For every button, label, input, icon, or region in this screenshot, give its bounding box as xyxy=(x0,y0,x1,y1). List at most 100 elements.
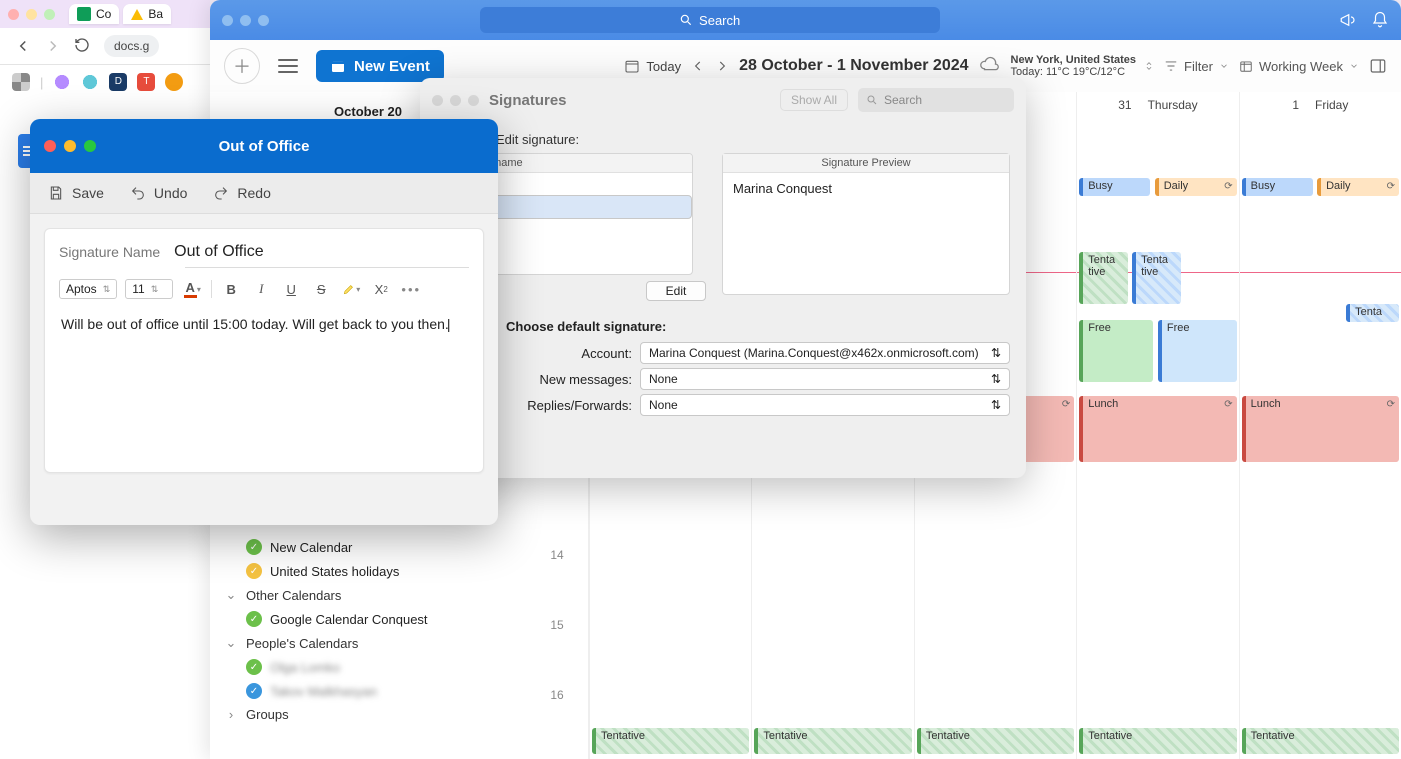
today-button[interactable]: Today xyxy=(624,58,681,74)
edit-signature-button[interactable]: Edit xyxy=(646,281,706,301)
add-tab-button[interactable]: ＋ xyxy=(224,48,260,84)
search-icon xyxy=(679,13,693,27)
signature-body-text: Will be out of office until 15:00 today.… xyxy=(61,316,449,332)
signature-body-editor[interactable]: Will be out of office until 15:00 today.… xyxy=(59,310,469,462)
today-label: Today xyxy=(646,59,681,74)
event-tentative[interactable]: Tentative xyxy=(1242,728,1399,754)
newmsg-select[interactable]: None⇅ xyxy=(640,368,1010,390)
new-event-label: New Event xyxy=(354,58,430,75)
event-tentative[interactable]: Tentative xyxy=(1132,252,1180,304)
redo-icon xyxy=(213,185,229,201)
filter-label: Filter xyxy=(1184,59,1213,74)
replies-select[interactable]: None⇅ xyxy=(640,394,1010,416)
panel-toggle-icon[interactable] xyxy=(1369,57,1387,75)
ooo-toolbar: Save Undo Redo xyxy=(30,173,498,214)
calendar-view-icon xyxy=(1239,59,1253,73)
font-family-select[interactable]: Aptos ⇅ xyxy=(59,279,117,299)
sheets-icon xyxy=(77,7,91,21)
weather-stepper-icon[interactable] xyxy=(1144,58,1154,74)
account-select[interactable]: Marina Conquest (Marina.Conquest@x462x.o… xyxy=(640,342,1010,364)
signature-name-input[interactable]: Out of Office xyxy=(174,243,264,261)
account-row: Account: Marina Conquest (Marina.Conques… xyxy=(436,342,1010,364)
calendar-item-us-holidays[interactable]: ✓United States holidays xyxy=(210,559,526,583)
browser-tab-drive[interactable]: Ba xyxy=(123,4,171,24)
ooo-traffic-lights[interactable] xyxy=(44,140,96,152)
superscript-button[interactable]: X2 xyxy=(370,278,392,300)
event-tentative[interactable]: Tentative xyxy=(917,728,1074,754)
event-tentative[interactable]: Tenta xyxy=(1346,304,1399,322)
browser-tab-sheets[interactable]: Co xyxy=(69,4,119,24)
reload-icon[interactable] xyxy=(74,37,92,55)
highlight-button[interactable]: ▾ xyxy=(340,278,362,300)
bookmark-icon[interactable]: T xyxy=(137,73,155,91)
calendar-icon xyxy=(330,58,346,74)
event-free[interactable]: Free xyxy=(1079,320,1153,382)
back-icon[interactable] xyxy=(14,37,32,55)
italic-button[interactable]: I xyxy=(250,278,272,300)
app-traffic-lights[interactable] xyxy=(222,15,269,26)
calendar-item-google[interactable]: ✓Google Calendar Conquest xyxy=(210,607,526,631)
weather-icon[interactable] xyxy=(979,55,1001,77)
close-icon[interactable] xyxy=(44,140,56,152)
event-tentative[interactable]: Tentative xyxy=(592,728,749,754)
save-icon xyxy=(48,185,64,201)
signature-editor-card: Signature Name Out of Office Aptos ⇅ 11 … xyxy=(44,228,484,473)
view-dropdown[interactable]: Working Week xyxy=(1239,59,1359,74)
minimize-icon[interactable] xyxy=(64,140,76,152)
event-tentative[interactable]: Tentative xyxy=(1079,252,1127,304)
day-column[interactable]: Busy Daily⟳ Tentative Tentative Free Fre… xyxy=(1076,118,1238,759)
bookmark-icon[interactable] xyxy=(53,73,71,91)
url-display[interactable]: docs.g xyxy=(104,35,159,57)
calendar-item-person[interactable]: ✓Takov Malkhasyan xyxy=(210,679,526,703)
event-tentative[interactable]: Tentative xyxy=(754,728,911,754)
event-tentative[interactable]: Tentative xyxy=(1079,728,1236,754)
forward-icon[interactable] xyxy=(44,37,62,55)
bold-button[interactable]: B xyxy=(220,278,242,300)
next-week-icon[interactable] xyxy=(715,59,729,73)
bookmark-icon[interactable] xyxy=(165,73,183,91)
calendar-group-people[interactable]: ⌄People's Calendars xyxy=(210,631,526,655)
sidebar-toggle[interactable] xyxy=(278,59,298,73)
signatures-search[interactable]: Search xyxy=(858,88,1014,112)
prev-week-icon[interactable] xyxy=(691,59,705,73)
recurring-icon: ⟳ xyxy=(1387,181,1395,192)
calendar-item-person[interactable]: ✓Olga Lomko xyxy=(210,655,526,679)
check-icon: ✓ xyxy=(246,683,262,699)
event-lunch[interactable]: Lunch⟳ xyxy=(1242,396,1399,462)
bell-icon[interactable] xyxy=(1371,11,1389,29)
event-free[interactable]: Free xyxy=(1158,320,1237,382)
strikethrough-button[interactable]: S xyxy=(310,278,332,300)
underline-button[interactable]: U xyxy=(280,278,302,300)
weather-block[interactable]: New York, United States Today: 11°C 19°C… xyxy=(1011,54,1155,78)
event-busy[interactable]: Busy xyxy=(1079,178,1150,196)
show-all-button[interactable]: Show All xyxy=(780,89,848,111)
zoom-icon[interactable] xyxy=(84,140,96,152)
signatures-window: Signatures Show All Search Edit signatur… xyxy=(420,78,1026,478)
font-color-button[interactable]: A▾ xyxy=(181,278,203,300)
redo-button[interactable]: Redo xyxy=(213,185,270,201)
preview-body: Marina Conquest xyxy=(723,173,1009,204)
filter-dropdown[interactable]: Filter xyxy=(1164,59,1229,74)
calendar-group-other[interactable]: ⌄Other Calendars xyxy=(210,583,526,607)
font-size-select[interactable]: 11 ⇅ xyxy=(125,279,173,299)
signature-name-label: Signature Name xyxy=(59,244,160,260)
calendar-item-new[interactable]: ✓New Calendar xyxy=(210,535,526,559)
megaphone-icon[interactable] xyxy=(1339,11,1357,29)
event-daily[interactable]: Daily⟳ xyxy=(1317,178,1399,196)
day-column[interactable]: Busy Daily⟳ Tenta Lunch⟳ Tentative xyxy=(1239,118,1401,759)
redo-label: Redo xyxy=(237,185,270,201)
more-formatting-button[interactable]: ••• xyxy=(400,278,422,300)
date-range-label[interactable]: 28 October - 1 November 2024 xyxy=(739,57,968,75)
calendar-group-groups[interactable]: ›Groups xyxy=(210,703,526,726)
event-daily[interactable]: Daily⟳ xyxy=(1155,178,1237,196)
save-button[interactable]: Save xyxy=(48,185,104,201)
event-busy[interactable]: Busy xyxy=(1242,178,1313,196)
global-search[interactable]: Search xyxy=(480,7,940,33)
sig-traffic-lights[interactable] xyxy=(432,95,479,106)
undo-button[interactable]: Undo xyxy=(130,185,187,201)
bookmark-icon[interactable]: D xyxy=(109,73,127,91)
undo-icon xyxy=(130,185,146,201)
apps-grid-icon[interactable] xyxy=(12,73,30,91)
event-lunch[interactable]: Lunch⟳ xyxy=(1079,396,1236,462)
bookmark-icon[interactable] xyxy=(81,73,99,91)
